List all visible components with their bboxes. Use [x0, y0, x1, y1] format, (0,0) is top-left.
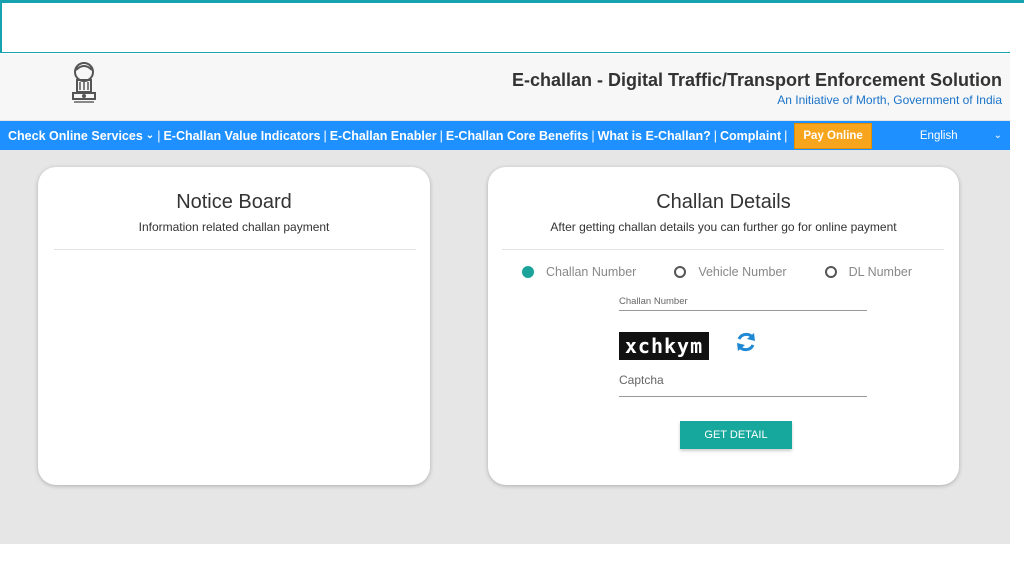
pay-online-button[interactable]: Pay Online: [794, 122, 872, 149]
challan-details-card: Challan Details After getting challan de…: [488, 167, 959, 485]
site-header: E-challan - Digital Traffic/Transport En…: [0, 54, 1010, 120]
nav-separator: |: [784, 128, 788, 143]
nav-separator: |: [439, 128, 443, 143]
nav-separator: |: [323, 128, 327, 143]
radio-challan-number[interactable]: Challan Number: [522, 265, 636, 279]
nav-separator: |: [713, 128, 718, 143]
nav-item-label: Check Online Services: [8, 128, 143, 143]
nav-what-is[interactable]: What is E-Challan?: [598, 129, 711, 143]
radio-label: Challan Number: [546, 265, 637, 279]
radio-vehicle-number[interactable]: Vehicle Number: [674, 265, 787, 279]
card-divider: [54, 249, 416, 250]
radio-dl-number[interactable]: DL Number: [824, 265, 913, 279]
language-select[interactable]: English ⌄: [920, 121, 1002, 150]
notice-board-title: Notice Board: [176, 191, 292, 213]
nav-complaint[interactable]: Complaint: [720, 129, 781, 143]
captcha-input[interactable]: Captcha: [619, 373, 664, 387]
challan-number-field-label: Challan Number: [619, 296, 688, 307]
browser-frame: E-challan - Digital Traffic/Transport En…: [0, 0, 1024, 576]
radio-label: DL Number: [848, 265, 913, 279]
chevron-down-icon: ⌄: [993, 130, 1002, 141]
captcha-image: xchkym: [619, 332, 709, 360]
notice-board-card: Notice Board Information related challan…: [38, 167, 430, 485]
nav-separator: |: [591, 128, 595, 143]
site-title: E-challan - Digital Traffic/Transport En…: [511, 70, 1002, 90]
site-subtitle: An Initiative of Morth, Government of In…: [777, 93, 1002, 107]
radio-checked-icon: [522, 266, 534, 278]
refresh-icon[interactable]: [734, 330, 758, 354]
top-blank-strip: [0, 3, 1010, 53]
page: E-challan - Digital Traffic/Transport En…: [0, 54, 1010, 544]
captcha-input-underline: [619, 396, 867, 397]
challan-details-title: Challan Details: [656, 191, 791, 213]
notice-board-subtitle: Information related challan payment: [138, 220, 330, 234]
radio-label: Vehicle Number: [698, 265, 787, 279]
nav-enabler[interactable]: E-Challan Enabler: [330, 129, 437, 143]
challan-number-input[interactable]: [619, 310, 867, 311]
chevron-down-icon: ⌄: [145, 130, 155, 141]
search-type-radio-group: Challan Number Vehicle Number DL Number: [522, 265, 912, 279]
nav-core-benefits[interactable]: E-Challan Core Benefits: [446, 129, 588, 143]
nav-value-indicators[interactable]: E-Challan Value Indicators: [163, 129, 320, 143]
radio-unchecked-icon: [824, 266, 837, 278]
nav-separator: |: [157, 128, 161, 143]
nav-check-online-services[interactable]: Check Online Services ⌄: [8, 129, 154, 143]
card-divider: [502, 249, 944, 250]
national-emblem-icon: [72, 62, 96, 103]
challan-details-subtitle: After getting challan details you can fu…: [550, 220, 897, 234]
radio-unchecked-icon: [674, 266, 687, 278]
get-detail-button[interactable]: GET DETAIL: [680, 421, 792, 449]
language-label: English: [919, 129, 958, 142]
main-navbar: Check Online Services ⌄ | E-Challan Valu…: [0, 121, 1010, 150]
